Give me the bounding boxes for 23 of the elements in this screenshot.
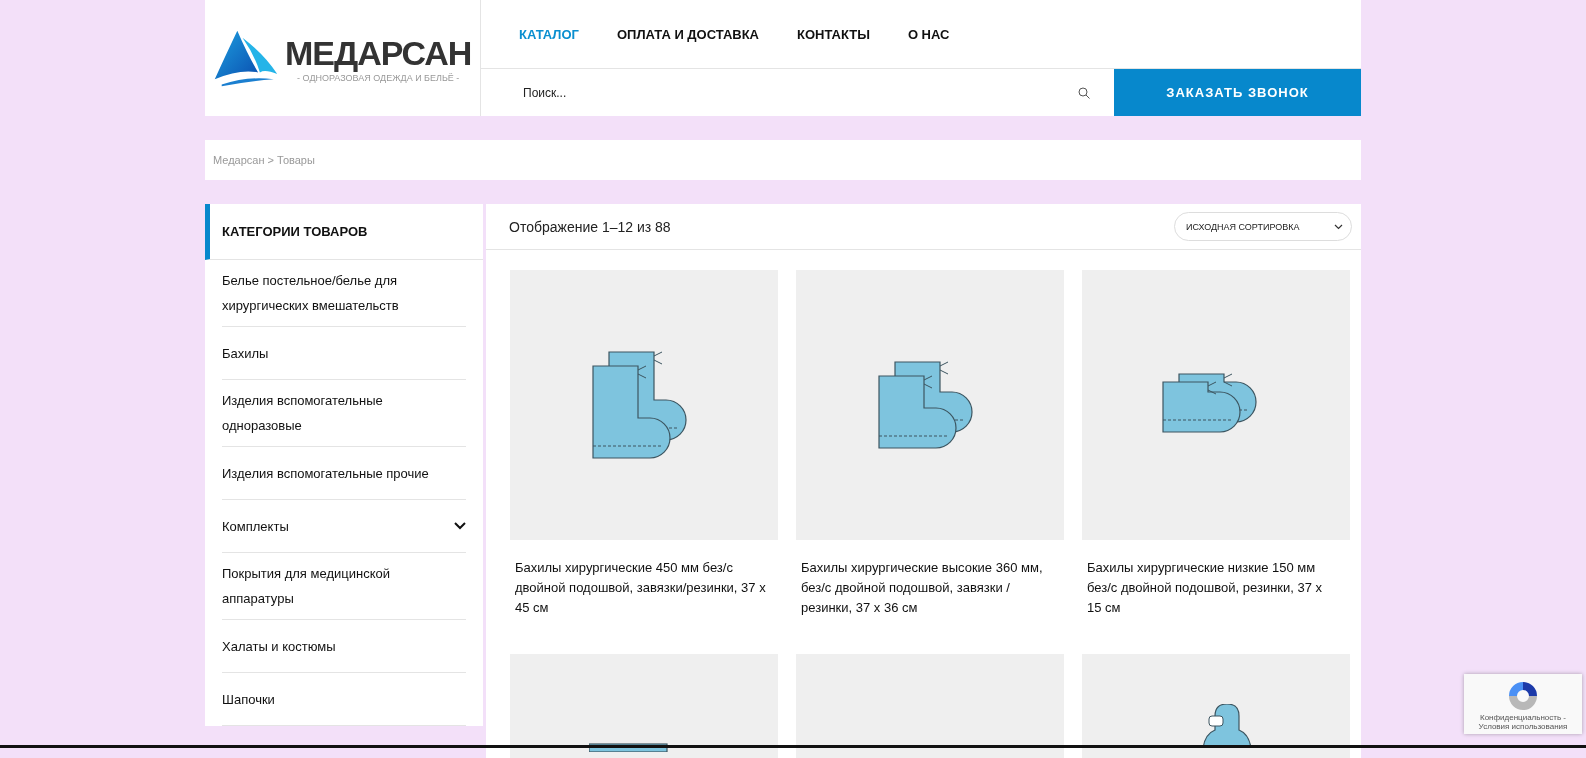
sidebar-title: КАТЕГОРИИ ТОВАРОВ <box>222 224 368 239</box>
recaptcha-badge[interactable]: Конфиденциальность - Условия использования <box>1464 674 1582 734</box>
category-link[interactable]: Комплекты <box>222 500 466 553</box>
category-link[interactable]: Изделия вспомогательные одноразовые <box>222 380 466 447</box>
call-request-button[interactable]: ЗАКАЗАТЬ ЗВОНОК <box>1114 69 1361 116</box>
logo-name: МЕДАРСАН <box>285 33 472 73</box>
nav-link[interactable]: ОПЛАТА И ДОСТАВКА <box>616 26 759 42</box>
product-title[interactable]: Бахилы хирургические низкие 150 мм без/с двойной подошвой, резинки, 37 x 15 см <box>1082 540 1350 654</box>
recaptcha-text[interactable]: Конфиденциальность - Условия использования <box>1464 713 1582 731</box>
category-link[interactable]: Халаты и костюмы <box>222 620 466 673</box>
logo-tagline: - ОДНОРАЗОВАЯ ОДЕЖДА И БЕЛЬЁ - <box>297 72 460 83</box>
product-title[interactable]: Бахилы хирургические 450 мм без/с двойной подошвой, завязки/резинки, 37 x 45 см <box>510 540 778 654</box>
category-link[interactable]: Шапочки <box>222 673 466 726</box>
product-title[interactable]: Бахилы хирургические высокие 360 мм, без/с двойной подошвой, завязки / резинки, 37 x 36 см <box>796 540 1064 654</box>
nav-link[interactable]: О НАС <box>907 26 950 42</box>
category-link[interactable]: Бахилы <box>222 327 466 380</box>
category-link[interactable]: Белье постельное/белье для хирургических вмешательств <box>222 260 466 327</box>
nav-link[interactable]: КАТАЛОГ <box>519 26 579 42</box>
category-link[interactable]: Изделия вспомогательные прочие <box>222 447 466 500</box>
category-link[interactable]: Покрытия для медицинской аппаратуры <box>222 553 466 620</box>
breadcrumb: Медарсан > Товары <box>213 154 315 166</box>
result-count: Отображение 1–12 из 88 <box>509 218 671 235</box>
nav-link[interactable]: КОНТАКТЫ <box>797 26 870 42</box>
